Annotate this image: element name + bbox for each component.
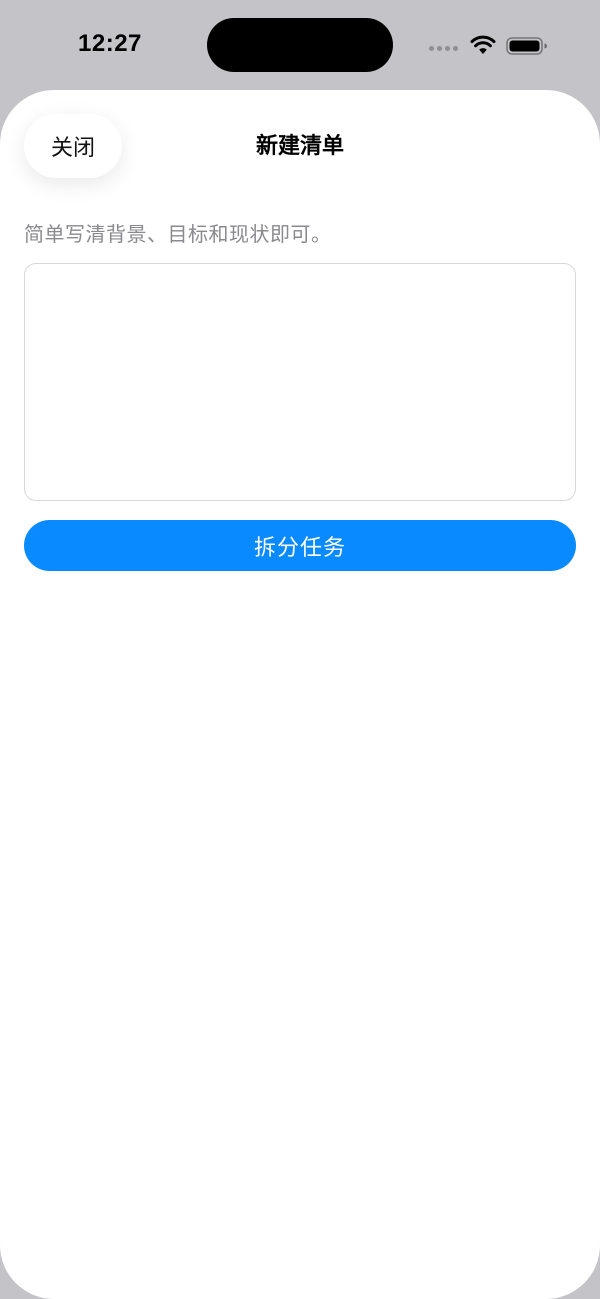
status-bar: 12:27 (0, 0, 600, 90)
dynamic-island (207, 18, 393, 72)
sheet-title: 新建清单 (255, 134, 344, 159)
split-tasks-button[interactable]: 拆分任务 (24, 520, 576, 571)
task-description-input[interactable] (24, 263, 576, 501)
cellular-signal-icon (429, 46, 458, 51)
new-list-sheet: 关闭 新建清单 简单写清背景、目标和现状即可。 拆分任务 (0, 90, 600, 1299)
status-time: 12:27 (78, 30, 142, 57)
battery-icon (506, 37, 547, 55)
hint-text: 简单写清背景、目标和现状即可。 (24, 222, 332, 246)
wifi-icon (470, 35, 496, 54)
